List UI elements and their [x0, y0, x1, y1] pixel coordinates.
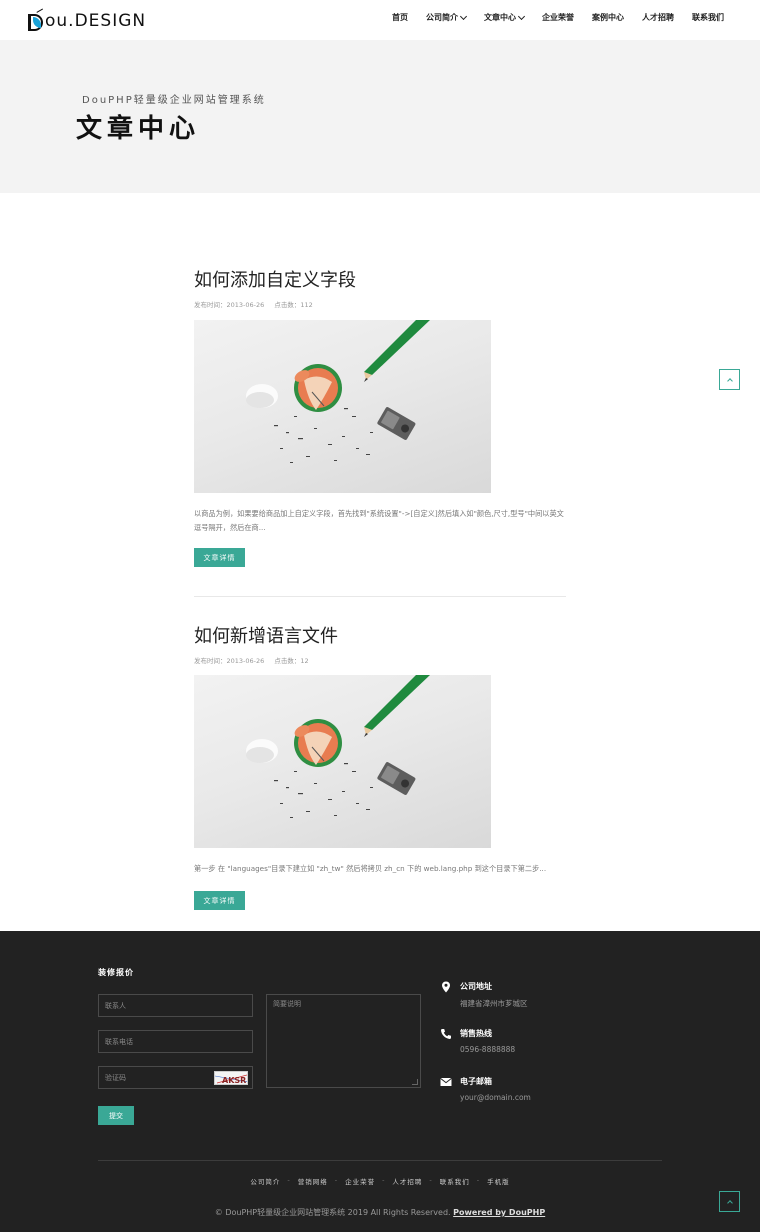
nav-item-about[interactable]: 公司简介: [426, 12, 468, 23]
back-to-top-button[interactable]: [719, 369, 740, 390]
contact-name-input[interactable]: 联系人: [98, 994, 253, 1017]
article-description: 以商品为例，如果要给商品加上自定义字段，首先找到"系统设置"->[自定义]然后填…: [194, 509, 564, 532]
article-description: 第一步 在 "languages"目录下建立如 "zh_tw" 然后将拷贝 zh…: [194, 864, 547, 873]
copyright: © DouPHP轻量级企业网站管理系统 2019 All Rights Rese…: [0, 1207, 760, 1218]
page-title: 文章中心: [76, 114, 201, 144]
contact-phone-input[interactable]: 联系电话: [98, 1030, 253, 1053]
pencil-shavings-illustration: [246, 675, 430, 818]
logo-text: ou.DESIGN: [45, 11, 147, 31]
article-meta: 发布时间：2013-06-26 点击数：12: [194, 655, 566, 665]
site-logo[interactable]: ou.DESIGN: [28, 8, 147, 31]
pencil-shavings-illustration: [246, 320, 430, 463]
contact-label: 公司地址: [460, 982, 492, 991]
footer-link-honors[interactable]: 企业荣誉: [345, 1176, 375, 1186]
main-nav: 首页 公司简介 文章中心 企业荣誉 案例中心 人才招聘 联系我们: [374, 12, 724, 23]
contact-label: 电子邮箱: [460, 1077, 492, 1086]
chevron-down-icon: [517, 12, 526, 20]
page-banner: DouPHP轻量级企业网站管理系统 文章中心: [0, 40, 760, 193]
site-footer: 装修报价 联系人 联系电话 验证码 AKSR 简要说明 提交 公司地址 福建省漳…: [0, 931, 760, 1232]
envelope-icon: [440, 1078, 452, 1086]
article-clicks: 点击数：12: [274, 657, 309, 665]
contact-value: 0596-8888888: [460, 1045, 516, 1054]
footer-link-mobile[interactable]: 手机版: [487, 1176, 510, 1186]
article-detail-button[interactable]: 文章详情: [194, 891, 245, 910]
link-separator: -: [382, 1176, 386, 1184]
nav-item-contact[interactable]: 联系我们: [692, 12, 724, 23]
logo-leaf-icon: [28, 8, 45, 31]
nav-item-cases[interactable]: 案例中心: [592, 12, 624, 23]
article-item: 如何添加自定义字段 发布时间：2013-06-26 点击数：112: [194, 266, 566, 309]
article-item: 如何新增语言文件 发布时间：2013-06-26 点击数：12: [194, 622, 566, 665]
footer-link-jobs[interactable]: 人才招聘: [392, 1176, 422, 1186]
article-image[interactable]: [194, 320, 491, 493]
contact-value: your@domain.com: [460, 1093, 531, 1102]
captcha-image[interactable]: AKSR: [214, 1071, 248, 1085]
link-separator: -: [334, 1176, 339, 1184]
article-date: 发布时间：2013-06-26: [194, 301, 265, 309]
powered-by-link[interactable]: Powered by DouPHP: [453, 1208, 545, 1217]
footer-links: 公司简介 - 营销网络 - 企业荣誉 - 人才招聘 - 联系我们 - 手机版: [0, 1176, 760, 1186]
footer-divider: [98, 1160, 662, 1161]
article-meta: 发布时间：2013-06-26 点击数：112: [194, 299, 566, 309]
resize-handle-icon[interactable]: [412, 1079, 418, 1085]
article-title[interactable]: 如何添加自定义字段: [194, 266, 566, 292]
phone-icon: [441, 1029, 451, 1039]
article-date: 发布时间：2013-06-26: [194, 657, 265, 665]
article-image[interactable]: [194, 675, 491, 848]
back-to-top-button[interactable]: [719, 1191, 740, 1212]
article-detail-button[interactable]: 文章详情: [194, 548, 245, 567]
footer-link-network[interactable]: 营销网络: [298, 1176, 328, 1186]
nav-item-articles[interactable]: 文章中心: [484, 12, 526, 23]
copyright-text: © DouPHP轻量级企业网站管理系统 2019 All Rights Rese…: [214, 1208, 451, 1217]
banner-subtitle: DouPHP轻量级企业网站管理系统: [82, 95, 266, 106]
article-clicks: 点击数：112: [274, 301, 313, 309]
nav-item-honors[interactable]: 企业荣誉: [542, 12, 574, 23]
captcha-input[interactable]: 验证码 AKSR: [98, 1066, 253, 1089]
site-header: ou.DESIGN 首页 公司简介 文章中心 企业荣誉 案例中心 人才招聘 联系…: [0, 0, 760, 40]
chevron-down-icon: [459, 12, 468, 20]
link-separator: -: [287, 1176, 291, 1184]
link-separator: -: [429, 1176, 433, 1184]
contact-label: 销售热线: [460, 1029, 492, 1038]
map-marker-icon: [442, 981, 450, 993]
submit-button[interactable]: 提交: [98, 1106, 134, 1125]
article-title[interactable]: 如何新增语言文件: [194, 622, 566, 648]
quote-form-heading: 装修报价: [98, 968, 134, 977]
nav-item-home[interactable]: 首页: [392, 12, 408, 23]
captcha-text: AKSR: [222, 1076, 246, 1085]
message-textarea[interactable]: 简要说明: [266, 994, 421, 1088]
contact-value: 福建省漳州市芗城区: [460, 999, 528, 1008]
nav-item-jobs[interactable]: 人才招聘: [642, 12, 674, 23]
article-divider: [194, 596, 566, 597]
link-separator: -: [476, 1176, 481, 1184]
footer-link-contact[interactable]: 联系我们: [440, 1176, 470, 1186]
chevron-up-icon: [726, 1199, 733, 1206]
chevron-up-icon: [726, 377, 733, 384]
footer-link-about[interactable]: 公司简介: [250, 1176, 280, 1186]
